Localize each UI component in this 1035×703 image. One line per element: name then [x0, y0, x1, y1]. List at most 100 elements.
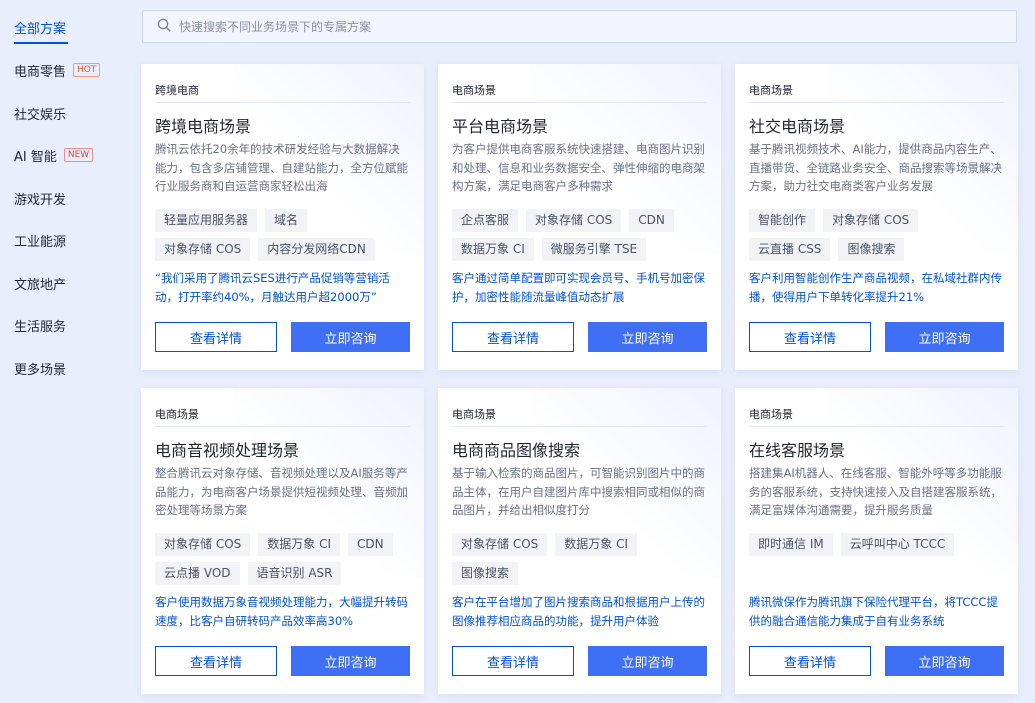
- card-description: 腾讯云依托20余年的技术研发经验与大数据解决能力，包含多店铺管理、自建站能力，全…: [155, 142, 408, 193]
- sidebar-item-all[interactable]: 全部方案: [14, 17, 66, 37]
- product-tag[interactable]: 微服务引擎 TSE: [541, 238, 647, 261]
- consult-now-button[interactable]: 立即咨询: [588, 646, 707, 676]
- divider: [452, 426, 707, 427]
- product-tag[interactable]: 云点播 VOD: [155, 562, 240, 585]
- product-tag[interactable]: 数据万象 CI: [555, 533, 637, 556]
- search-icon: [157, 17, 171, 36]
- sidebar-item-game[interactable]: 游戏开发: [14, 188, 66, 208]
- card-title: 跨境电商场景: [155, 117, 252, 136]
- sidebar-item-label: 社交娱乐: [14, 107, 67, 123]
- sidebar-item-label: 工业能源: [14, 234, 67, 250]
- view-details-button[interactable]: 查看详情: [749, 322, 871, 352]
- product-tag[interactable]: 轻量应用服务器: [155, 209, 258, 232]
- card-title: 电商商品图像搜索: [452, 441, 581, 460]
- card-case-quote: “我们采用了腾讯云SES进行产品促销等营销活动，打开率约40%，月触达用户超20…: [155, 271, 390, 304]
- consult-now-button[interactable]: 立即咨询: [291, 646, 410, 676]
- tag-list: 企点客服 对象存储 COS CDN 数据万象 CI 微服务引擎 TSE: [452, 209, 714, 267]
- divider: [749, 102, 1004, 103]
- product-tag[interactable]: 数据万象 CI: [452, 238, 534, 261]
- product-tag[interactable]: 域名: [265, 209, 308, 232]
- card-title: 在线客服场景: [749, 441, 846, 460]
- card-category: 跨境电商: [155, 84, 199, 97]
- product-tag[interactable]: 数据万象 CI: [258, 533, 340, 556]
- product-tag[interactable]: 对象存储 COS: [526, 209, 622, 232]
- divider: [749, 426, 1004, 427]
- view-details-button[interactable]: 查看详情: [749, 646, 871, 676]
- sidebar-item-label: 文旅地产: [14, 277, 67, 293]
- card-case-quote: 腾讯微保作为腾讯旗下保险代理平台，将TCCC提供的融合通信能力集成于自有业务系统: [749, 595, 998, 628]
- sidebar-item-label: 游戏开发: [14, 192, 67, 208]
- sidebar: 全部方案 电商零售 HOT 社交娱乐 AI 智能 NEW 游戏开发 工业能源 文…: [0, 0, 130, 703]
- view-details-button[interactable]: 查看详情: [452, 322, 574, 352]
- sidebar-item-industry[interactable]: 工业能源: [14, 230, 66, 250]
- product-tag[interactable]: 智能创作: [749, 209, 816, 232]
- tag-list: 轻量应用服务器 域名 对象存储 COS 内容分发网络CDN: [155, 209, 417, 267]
- product-tag[interactable]: CDN: [629, 209, 674, 232]
- active-tab-underline: [14, 42, 68, 44]
- card-description: 搭建集AI机器人、在线客服、智能外呼等多功能服务的客服系统，支持快速接入及自搭建…: [749, 466, 1002, 517]
- product-tag[interactable]: 云呼叫中心 TCCC: [840, 533, 955, 556]
- consult-now-button[interactable]: 立即咨询: [885, 322, 1004, 352]
- sidebar-item-label: 生活服务: [14, 319, 67, 335]
- hot-badge: HOT: [73, 63, 101, 77]
- card-category: 电商场景: [155, 408, 199, 421]
- view-details-button[interactable]: 查看详情: [452, 646, 574, 676]
- sidebar-item-label: 电商零售: [14, 64, 67, 80]
- search-bar: [142, 10, 1017, 43]
- card-description: 为客户提供电商客服系统快速搭建、电商图片识别和处理、信息和业务数据安全、弹性伸缩…: [452, 142, 705, 193]
- tag-list: 对象存储 COS 数据万象 CI 图像搜索: [452, 533, 714, 591]
- solution-card: 电商场景 平台电商场景 为客户提供电商客服系统快速搭建、电商图片识别和处理、信息…: [438, 64, 721, 370]
- product-tag[interactable]: 内容分发网络CDN: [258, 238, 375, 261]
- view-details-button[interactable]: 查看详情: [155, 646, 277, 676]
- product-tag[interactable]: 语音识别 ASR: [247, 562, 342, 585]
- product-tag[interactable]: 对象存储 COS: [155, 533, 251, 556]
- card-category: 电商场景: [452, 408, 496, 421]
- consult-now-button[interactable]: 立即咨询: [588, 322, 707, 352]
- tag-list: 对象存储 COS 数据万象 CI CDN 云点播 VOD 语音识别 ASR: [155, 533, 417, 591]
- divider: [452, 102, 707, 103]
- solution-card: 跨境电商 跨境电商场景 腾讯云依托20余年的技术研发经验与大数据解决能力，包含多…: [141, 64, 424, 370]
- card-case-quote: 客户通过简单配置即可实现会员号、手机号加密保护，加密性能随流量峰值动态扩展: [452, 271, 705, 304]
- divider: [155, 426, 410, 427]
- card-case-quote: 客户利用智能创作生产商品视频，在私域社群内传播，使得用户下单转化率提升21%: [749, 271, 1002, 304]
- product-tag[interactable]: 云直播 CSS: [749, 238, 831, 261]
- card-case-quote: 客户使用数据万象音视频处理能力，大幅提升转码速度，比客户自研转码产品效率高30%: [155, 595, 408, 628]
- card-description: 基于腾讯视频技术、AI能力，提供商品内容生产、直播带货、全链路业务安全、商品搜索…: [749, 142, 1002, 193]
- view-details-button[interactable]: 查看详情: [155, 322, 277, 352]
- sidebar-item-label: 更多场景: [14, 362, 67, 378]
- card-title: 电商音视频处理场景: [155, 441, 300, 460]
- tag-list: 智能创作 对象存储 COS 云直播 CSS 图像搜索: [749, 209, 1011, 267]
- card-category: 电商场景: [749, 408, 793, 421]
- product-tag[interactable]: 对象存储 COS: [823, 209, 919, 232]
- consult-now-button[interactable]: 立即咨询: [291, 322, 410, 352]
- solution-card: 电商场景 社交电商场景 基于腾讯视频技术、AI能力，提供商品内容生产、直播带货、…: [735, 64, 1018, 370]
- sidebar-item-label: 全部方案: [14, 21, 67, 37]
- card-category: 电商场景: [452, 84, 496, 97]
- solution-card: 电商场景 电商商品图像搜索 基于输入检索的商品图片，可智能识别图片中的商品主体，…: [438, 388, 721, 694]
- product-tag[interactable]: 对象存储 COS: [452, 533, 548, 556]
- solution-card: 电商场景 在线客服场景 搭建集AI机器人、在线客服、智能外呼等多功能服务的客服系…: [735, 388, 1018, 694]
- sidebar-item-tourism[interactable]: 文旅地产: [14, 273, 66, 293]
- divider: [155, 102, 410, 103]
- product-tag[interactable]: 企点客服: [452, 209, 519, 232]
- solution-card: 电商场景 电商音视频处理场景 整合腾讯云对象存储、音视频处理以及AI服务等产品能…: [141, 388, 424, 694]
- card-description: 基于输入检索的商品图片，可智能识别图片中的商品主体，在用户自建图片库中搜索相同或…: [452, 466, 705, 517]
- tag-list: 即时通信 IM 云呼叫中心 TCCC: [749, 533, 1011, 562]
- sidebar-item-social[interactable]: 社交娱乐: [14, 103, 66, 123]
- sidebar-item-label: AI 智能: [14, 149, 57, 165]
- new-badge: NEW: [63, 148, 94, 162]
- sidebar-item-ecommerce[interactable]: 电商零售 HOT: [14, 60, 101, 80]
- sidebar-item-life[interactable]: 生活服务: [14, 315, 66, 335]
- sidebar-item-ai[interactable]: AI 智能 NEW: [14, 145, 94, 165]
- search-input[interactable]: [179, 19, 879, 34]
- product-tag[interactable]: 对象存储 COS: [155, 238, 251, 261]
- product-tag[interactable]: 图像搜索: [452, 562, 519, 585]
- card-title: 平台电商场景: [452, 117, 549, 136]
- sidebar-item-more[interactable]: 更多场景: [14, 358, 66, 378]
- consult-now-button[interactable]: 立即咨询: [885, 646, 1004, 676]
- card-category: 电商场景: [749, 84, 793, 97]
- card-title: 社交电商场景: [749, 117, 846, 136]
- product-tag[interactable]: 即时通信 IM: [749, 533, 833, 556]
- product-tag[interactable]: CDN: [348, 533, 393, 556]
- product-tag[interactable]: 图像搜索: [838, 238, 905, 261]
